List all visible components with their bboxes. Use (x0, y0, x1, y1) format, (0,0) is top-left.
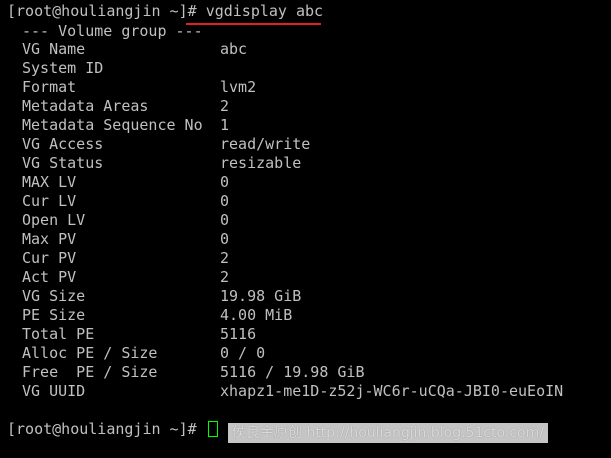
property-label: VG Status (22, 154, 104, 172)
command-underline-annotation (186, 23, 321, 25)
shell-prompt: [root@houliangjin ~]# (7, 420, 197, 438)
command-line: [root@houliangjin ~]# vgdisplay abc (7, 2, 323, 21)
property-value: 0 (220, 192, 230, 210)
property-value: 19.98 GiB (220, 287, 302, 305)
property-value: 2 (220, 249, 230, 267)
property-value: 2 (220, 268, 230, 286)
property-value: 2 (220, 97, 230, 115)
property-value: 0 (220, 230, 230, 248)
property-value: 0 / 0 (220, 344, 266, 362)
command-text: vgdisplay abc (205, 2, 324, 20)
property-label: Metadata Sequence No (22, 116, 203, 134)
terminal-window[interactable]: [root@houliangjin ~]# vgdisplay abc --- … (0, 0, 611, 458)
property-value: 5116 (220, 325, 257, 343)
property-label: Cur PV (22, 249, 77, 267)
property-value: lvm2 (220, 78, 257, 96)
property-label: VG Size (22, 287, 86, 305)
property-value: 4.00 MiB (220, 306, 293, 324)
property-label: Format (22, 78, 77, 96)
property-label: Max PV (22, 230, 77, 248)
property-label: Cur LV (22, 192, 77, 210)
property-label: Metadata Areas (22, 97, 149, 115)
shell-prompt: [root@houliangjin ~]# (7, 2, 197, 20)
property-label: System ID (22, 59, 104, 77)
property-label: Free PE / Size (22, 363, 158, 381)
section-header: --- Volume group --- (22, 22, 203, 40)
property-value: read/write (220, 135, 311, 153)
property-value: xhapz1-me1D-z52j-WC6r-uCQa-JBI0-euEoIN (220, 382, 564, 400)
prompt-line[interactable]: [root@houliangjin ~]# (7, 420, 218, 439)
watermark: 侯良金原创 http://houliangjin.blog.51cto.com/ (228, 423, 548, 443)
property-label: Alloc PE / Size (22, 344, 158, 362)
property-label: Open LV (22, 211, 86, 229)
property-label: MAX LV (22, 173, 77, 191)
property-value: 0 (220, 211, 230, 229)
property-label: VG Name (22, 40, 86, 58)
property-label: Total PE (22, 325, 95, 343)
property-label: PE Size (22, 306, 86, 324)
property-label: Act PV (22, 268, 77, 286)
cursor-icon[interactable] (207, 421, 218, 437)
property-label: VG Access (22, 135, 104, 153)
property-value: resizable (220, 154, 302, 172)
property-value: 5116 / 19.98 GiB (220, 363, 365, 381)
property-value: 1 (220, 116, 230, 134)
property-label: VG UUID (22, 382, 86, 400)
property-value: abc (220, 40, 248, 58)
property-value: 0 (220, 173, 230, 191)
